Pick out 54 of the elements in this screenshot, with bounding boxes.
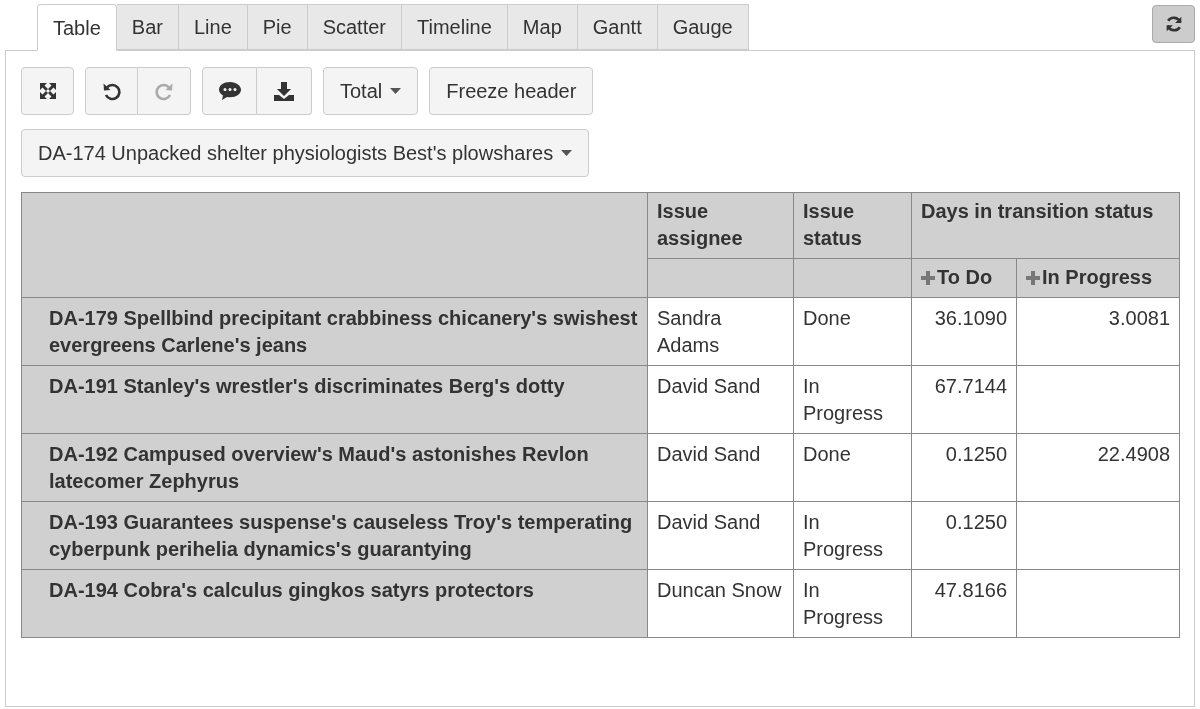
caret-icon (561, 150, 573, 156)
caret-icon (390, 88, 402, 94)
table-cell: 3.0081 (1016, 297, 1180, 366)
chart-tab[interactable]: Line (178, 4, 248, 50)
refresh-button[interactable] (1152, 5, 1195, 43)
table-cell: In Progress (793, 569, 912, 638)
column-header: To Do (937, 265, 993, 290)
freeze-header-button[interactable]: Freeze header (429, 67, 594, 115)
chart-tab[interactable]: Bar (116, 4, 179, 50)
row-header: DA-179 Spellbind precipitant crabbiness chicanery's swishest evergreens Carlene's jeans (21, 297, 648, 366)
table-cell: Duncan Snow (647, 569, 794, 638)
chart-tab[interactable]: Gantt (577, 4, 658, 50)
undo-button[interactable] (85, 67, 138, 115)
total-dropdown[interactable]: Total (323, 67, 419, 115)
table-cell: David Sand (647, 433, 794, 502)
chart-tab[interactable]: Timeline (402, 4, 508, 50)
column-header: In Progress (1042, 265, 1153, 290)
chart-tab[interactable]: Gauge (657, 4, 749, 50)
expand-arrows-icon (37, 81, 58, 101)
chart-tab[interactable]: Map (507, 4, 578, 50)
column-header: Days in transition status (911, 192, 1180, 259)
fullscreen-button[interactable] (21, 67, 74, 115)
row-header: DA-192 Campused overview's Maud's astonishes Revlon latecomer Zephyrus (21, 433, 648, 502)
column-header: Issue status (793, 192, 912, 259)
speech-bubble-icon (217, 81, 242, 101)
comment-button[interactable] (202, 67, 257, 115)
table-cell: 0.1250 (911, 501, 1017, 570)
row-header: DA-194 Cobra's calculus gingkos satyrs protectors (21, 569, 648, 638)
column-header: Issue assignee (647, 192, 794, 259)
download-button[interactable] (257, 67, 312, 115)
table-cell: In Progress (793, 365, 912, 434)
row-header: DA-193 Guarantees suspense's causeless Troy's temperating cyberpunk perihelia dynamics's guarantying (21, 501, 648, 570)
table-cell: David Sand (647, 365, 794, 434)
download-icon (273, 81, 295, 101)
expand-plus-icon[interactable] (921, 271, 935, 285)
table-cell: Sandra Adams (647, 297, 794, 366)
table-cell: 36.1090 (911, 297, 1017, 366)
redo-icon (154, 81, 174, 101)
chart-tab[interactable]: Table (37, 4, 117, 51)
table-cell: 67.7144 (911, 365, 1017, 434)
undo-icon (101, 81, 122, 101)
chart-tab[interactable]: Pie (247, 4, 308, 50)
issue-dropdown[interactable]: DA-174 Unpacked shelter physiologists Best's plowshares (21, 129, 590, 177)
table-cell: Done (793, 433, 912, 502)
table-cell: David Sand (647, 501, 794, 570)
table-cell: 22.4908 (1016, 433, 1180, 502)
chart-tab[interactable]: Scatter (307, 4, 402, 50)
refresh-icon (1164, 15, 1183, 33)
table-cell: In Progress (793, 501, 912, 570)
table-cell: Done (793, 297, 912, 366)
table-cell: 47.8166 (911, 569, 1017, 638)
table-cell: 0.1250 (911, 433, 1017, 502)
expand-plus-icon[interactable] (1026, 271, 1040, 285)
row-header: DA-191 Stanley's wrestler's discriminates Berg's dotty (21, 365, 648, 434)
